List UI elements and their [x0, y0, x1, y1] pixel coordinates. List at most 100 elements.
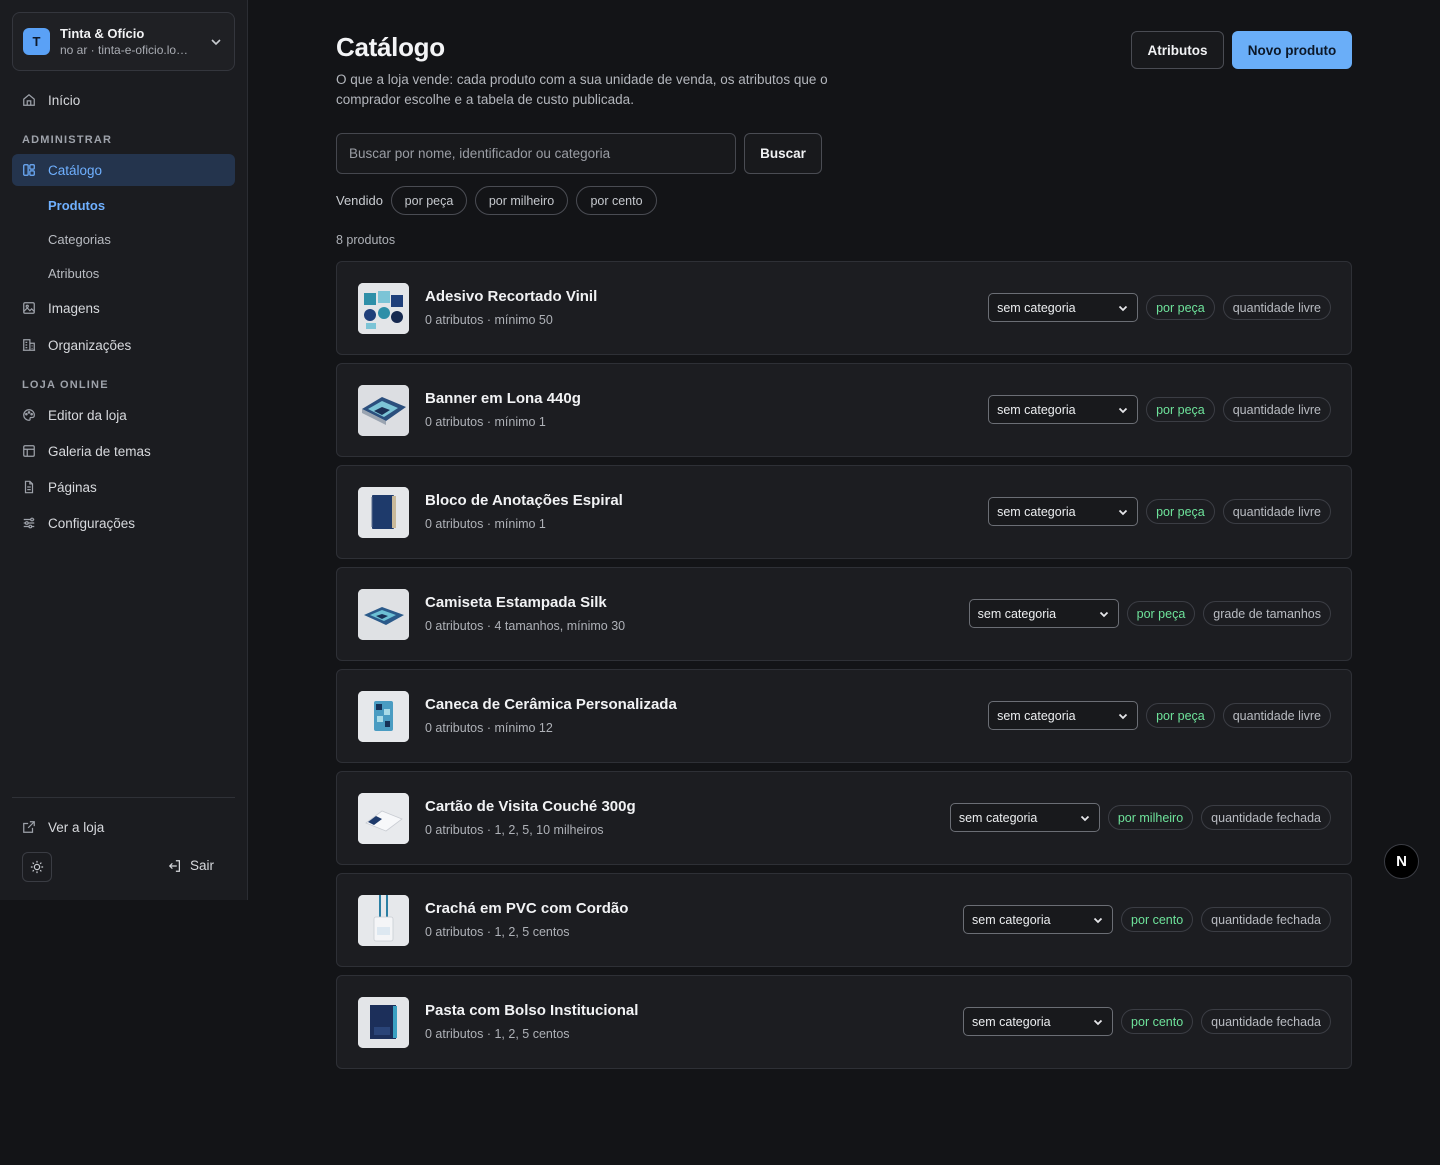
- unit-badge: por peça: [1146, 703, 1215, 728]
- product-thumbnail: [358, 997, 409, 1048]
- palette-icon: [23, 409, 35, 421]
- category-select[interactable]: sem categoria: [988, 395, 1139, 424]
- filter-chip-per-piece[interactable]: por peça: [391, 186, 467, 215]
- quantity-badge: quantidade livre: [1222, 703, 1331, 728]
- product-meta: 0 atributos · 4 tamanhos, mínimo 30: [425, 619, 626, 633]
- nav-sub-categories[interactable]: Categorias: [48, 232, 111, 247]
- unit-badge: por peça: [1146, 499, 1215, 524]
- unit-badge: por cento: [1121, 907, 1194, 932]
- filter-chip-per-thousand[interactable]: por milheiro: [475, 186, 568, 215]
- category-select[interactable]: sem categoria: [968, 599, 1119, 628]
- nav-item-home[interactable]: Início: [12, 84, 235, 116]
- layout-grid-icon: [23, 164, 35, 176]
- product-controls: sem categoria por peça quantidade livre: [988, 395, 1331, 424]
- nav-item-images[interactable]: Imagens: [12, 292, 235, 324]
- product-row[interactable]: Banner em Lona 440g 0 atributos · mínimo…: [336, 363, 1352, 457]
- quantity-badge: quantidade livre: [1222, 295, 1331, 320]
- logout-button[interactable]: Sair: [168, 858, 214, 873]
- nav-sub-attributes[interactable]: Atributos: [48, 266, 99, 281]
- product-meta: 0 atributos · 1, 2, 5 centos: [425, 925, 570, 939]
- sidebar: T Tinta & Ofício no ar · tinta-e-oficio.…: [0, 0, 248, 900]
- new-product-button[interactable]: Novo produto: [1232, 31, 1352, 69]
- chevron-down-icon: [1093, 1019, 1103, 1025]
- product-name: Adesivo Recortado Vinil: [425, 288, 598, 305]
- chevron-down-icon: [1099, 611, 1108, 617]
- attributes-button[interactable]: Atributos: [1131, 31, 1224, 69]
- nav-item-pages[interactable]: Páginas: [12, 471, 235, 503]
- product-controls: sem categoria por peça quantidade livre: [988, 701, 1331, 730]
- product-name: Pasta com Bolso Institucional: [425, 1002, 639, 1019]
- nav-item-view-store[interactable]: Ver a loja: [12, 811, 235, 843]
- category-select[interactable]: sem categoria: [988, 497, 1139, 526]
- chevron-down-icon: [1118, 713, 1128, 719]
- org-text: Tinta & Ofício no ar · tinta-e-oficio.lo…: [60, 25, 202, 59]
- product-meta: 0 atributos · mínimo 12: [425, 721, 553, 735]
- dev-tools-badge[interactable]: N: [1384, 844, 1419, 879]
- file-icon: [24, 480, 34, 494]
- sun-icon: [30, 860, 44, 874]
- quantity-badge: grade de tamanhos: [1203, 601, 1331, 626]
- product-thumbnail: [358, 895, 409, 946]
- product-thumbnail: [358, 691, 409, 742]
- external-link-icon: [23, 821, 35, 833]
- category-select[interactable]: sem categoria: [949, 803, 1100, 832]
- nav-section-store: LOJA ONLINE: [22, 379, 109, 391]
- nav-item-label: Editor da loja: [48, 407, 127, 423]
- nav-sub-products[interactable]: Produtos: [48, 198, 105, 213]
- product-row[interactable]: Pasta com Bolso Institucional 0 atributo…: [336, 975, 1352, 1069]
- product-row[interactable]: Camiseta Estampada Silk 0 atributos · 4 …: [336, 567, 1352, 661]
- category-select[interactable]: sem categoria: [963, 905, 1114, 934]
- quantity-badge: quantidade livre: [1222, 397, 1331, 422]
- product-controls: sem categoria por cento quantidade fecha…: [963, 1007, 1331, 1036]
- nav-item-settings[interactable]: Configurações: [12, 507, 235, 539]
- product-thumbnail: [358, 283, 409, 334]
- unit-badge: por peça: [1146, 295, 1215, 320]
- nav-item-label: Catálogo: [48, 162, 103, 178]
- product-name: Camiseta Estampada Silk: [425, 594, 607, 611]
- nav-item-catalog[interactable]: Catálogo: [12, 154, 235, 186]
- product-meta: 0 atributos · mínimo 1: [425, 415, 546, 429]
- search-input[interactable]: [336, 133, 736, 174]
- product-row[interactable]: Adesivo Recortado Vinil 0 atributos · mí…: [336, 261, 1352, 355]
- nav-item-theme-gallery[interactable]: Galeria de temas: [12, 435, 235, 467]
- org-subtitle: no ar · tinta-e-oficio.lo…: [60, 42, 189, 57]
- nav-item-label: Imagens: [48, 300, 100, 316]
- theme-toggle-button[interactable]: [22, 852, 52, 882]
- unit-badge: por peça: [1146, 397, 1215, 422]
- chevron-down-icon: [1118, 305, 1128, 311]
- chevron-down-icon: [1118, 509, 1128, 515]
- product-row[interactable]: Crachá em PVC com Cordão 0 atributos · 1…: [336, 873, 1352, 967]
- layout-icon: [23, 445, 35, 457]
- product-thumbnail: [358, 385, 409, 436]
- product-meta: 0 atributos · mínimo 1: [425, 517, 546, 531]
- org-switcher[interactable]: T Tinta & Ofício no ar · tinta-e-oficio.…: [12, 12, 235, 71]
- log-out-icon: [168, 859, 180, 872]
- category-select[interactable]: sem categoria: [963, 1007, 1114, 1036]
- nav-item-store-editor[interactable]: Editor da loja: [12, 399, 235, 431]
- product-controls: sem categoria por peça grade de tamanhos: [968, 599, 1331, 628]
- sliders-icon: [23, 517, 35, 529]
- product-row[interactable]: Cartão de Visita Couché 300g 0 atributos…: [336, 771, 1352, 865]
- product-controls: sem categoria por peça quantidade livre: [988, 497, 1331, 526]
- product-name: Bloco de Anotações Espiral: [425, 492, 623, 509]
- category-select[interactable]: sem categoria: [988, 701, 1139, 730]
- page-description: O que a loja vende: cada produto com a s…: [336, 72, 828, 107]
- logout-label: Sair: [190, 858, 215, 873]
- org-name: Tinta & Ofício: [60, 25, 145, 41]
- product-meta: 0 atributos · mínimo 50: [425, 313, 553, 327]
- quantity-badge: quantidade fechada: [1201, 805, 1331, 830]
- product-controls: sem categoria por milheiro quantidade fe…: [949, 803, 1331, 832]
- category-select-value: sem categoria: [997, 300, 1076, 315]
- product-row[interactable]: Caneca de Cerâmica Personalizada 0 atrib…: [336, 669, 1352, 763]
- product-count: 8 produtos: [336, 233, 396, 247]
- chevron-down-icon: [1080, 815, 1089, 821]
- nav-item-organizations[interactable]: Organizações: [12, 329, 235, 361]
- image-icon: [23, 302, 35, 314]
- quantity-badge: quantidade fechada: [1201, 1009, 1331, 1034]
- filter-chip-per-hundred[interactable]: por cento: [576, 186, 657, 215]
- product-row[interactable]: Bloco de Anotações Espiral 0 atributos ·…: [336, 465, 1352, 559]
- unit-badge: por milheiro: [1107, 805, 1194, 830]
- search-button[interactable]: Buscar: [744, 133, 822, 174]
- category-select[interactable]: sem categoria: [988, 293, 1139, 322]
- page-title: Catálogo: [336, 32, 445, 62]
